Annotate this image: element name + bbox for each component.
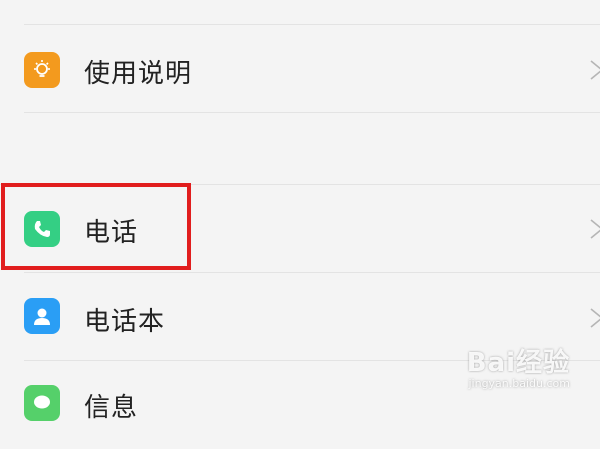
chevron-right-icon: [590, 308, 600, 328]
watermark-main: Bai经验: [466, 348, 570, 378]
watermark-sub: jingyan.baidu.com: [468, 377, 570, 390]
lightbulb-icon: [24, 52, 60, 88]
settings-item-label: 电话本: [84, 307, 166, 337]
watermark: Bai经验 jingyan.baidu.com: [467, 342, 570, 390]
contact-icon: [24, 298, 60, 334]
chevron-right-icon: [590, 219, 600, 239]
settings-item-label: 使用说明: [84, 59, 193, 89]
settings-item-instructions[interactable]: 使用说明: [0, 25, 600, 113]
chevron-right-icon: [590, 60, 600, 80]
message-icon: [24, 385, 60, 421]
settings-item-label: 信息: [84, 393, 139, 423]
highlight-box: [1, 183, 191, 270]
